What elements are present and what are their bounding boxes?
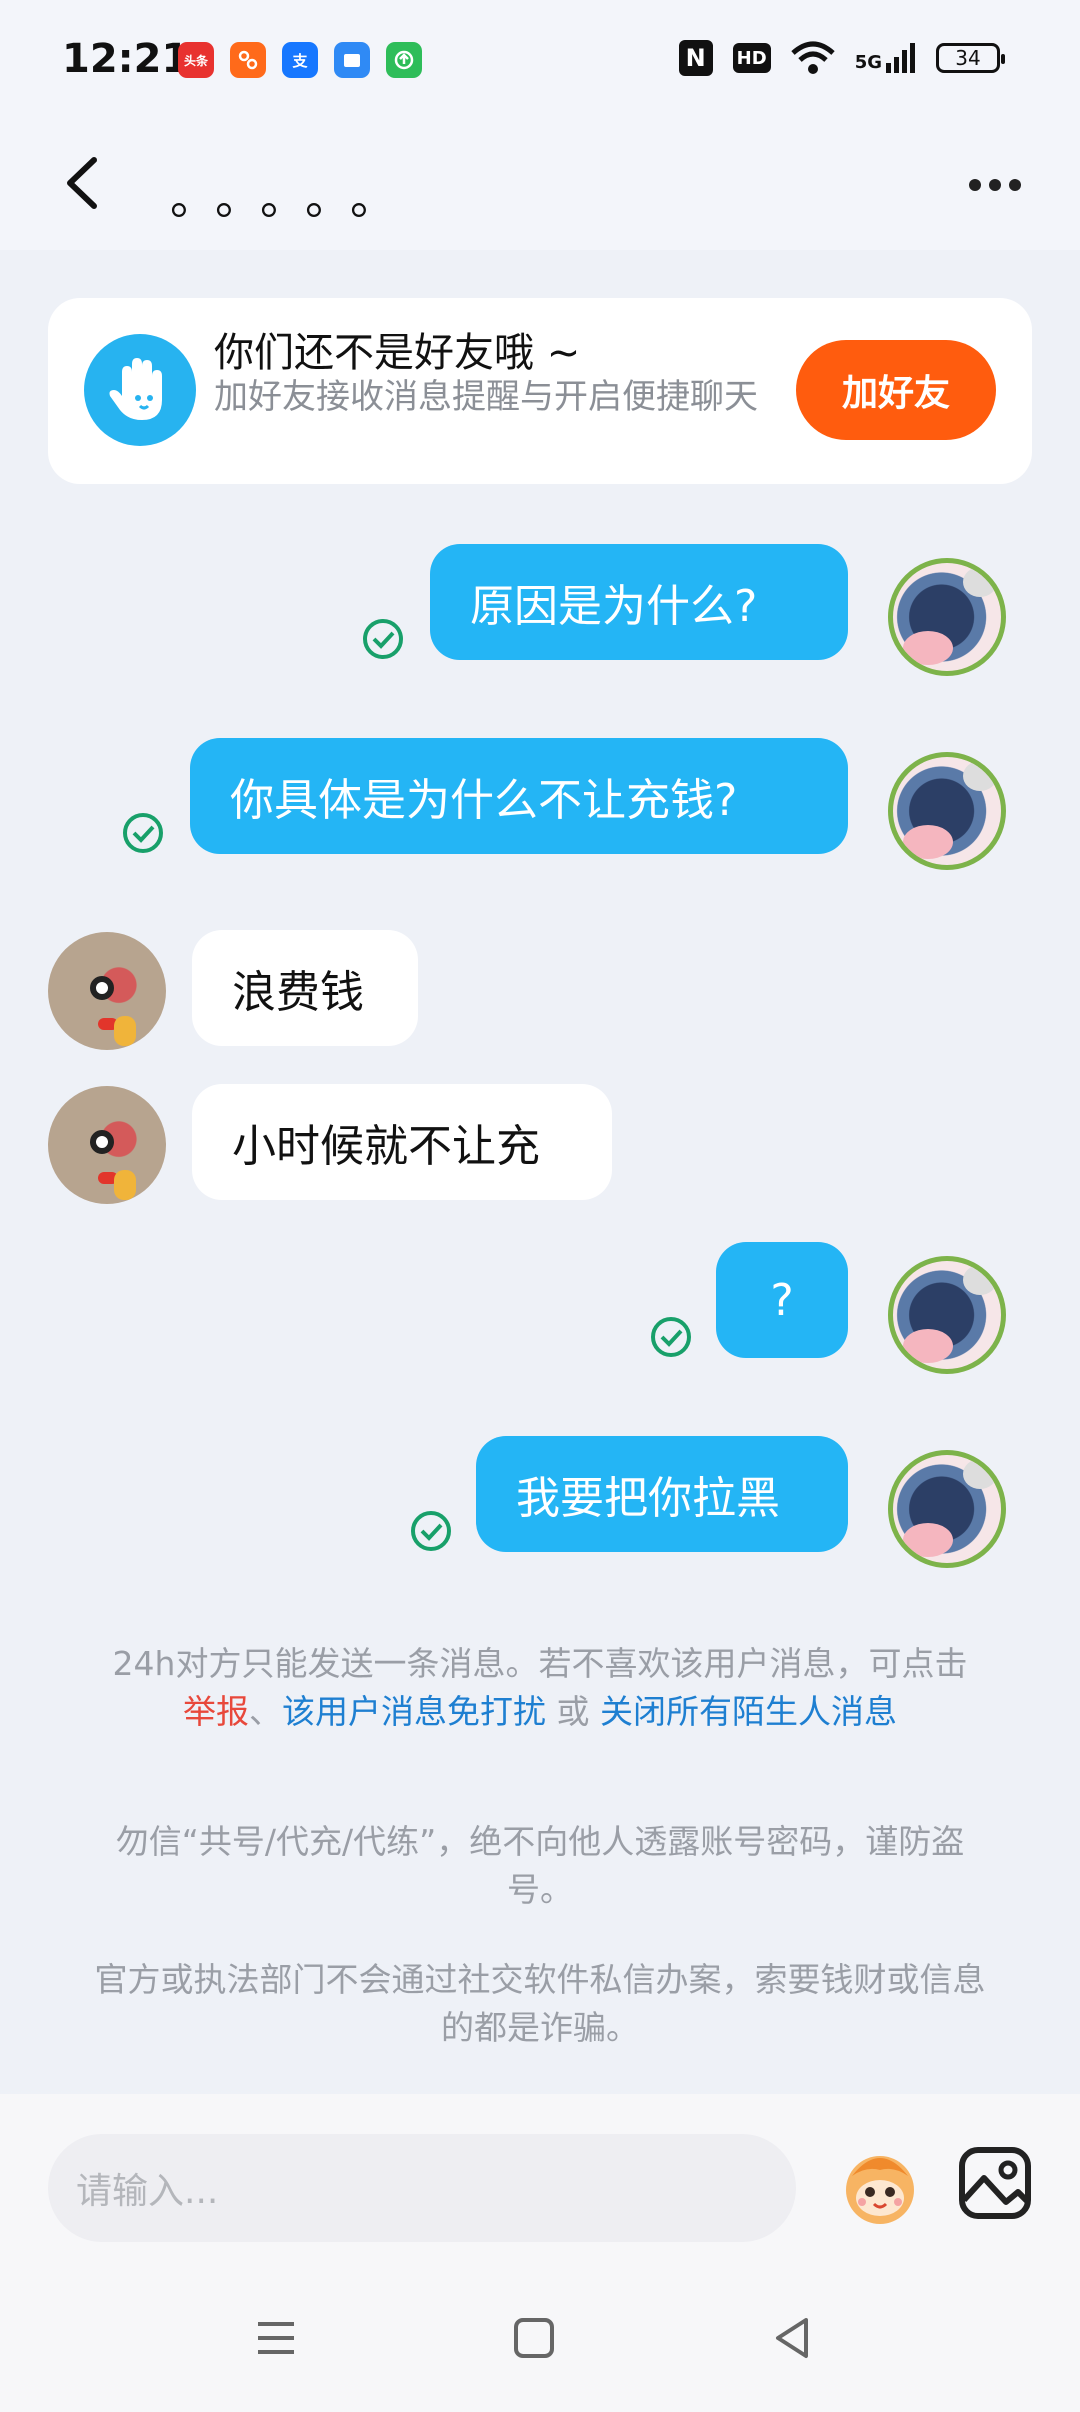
message-bubble-received[interactable]: 浪费钱 [192,930,418,1046]
page-title: 。。。。。 [170,171,418,225]
dot-icon [1009,179,1021,191]
dot-icon [969,179,981,191]
update-icon [386,42,422,78]
message-input[interactable]: 请输入... [48,2134,796,2242]
home-nav-button[interactable] [506,2310,562,2366]
fraud-warning: 官方或执法部门不会通过社交软件私信办案，索要钱财或信息的都是诈骗。 [94,1960,986,2047]
mascot-emoji-icon [846,2156,914,2224]
notification-icons: 头条 支 [178,42,422,78]
friend-card-title: 你们还不是好友哦 ~ [214,330,581,376]
dot-icon [989,179,1001,191]
emoji-button[interactable] [832,2136,928,2232]
system-nav-bar [0,2262,1080,2412]
home-square-icon [514,2318,554,2358]
signal-icon: 5G [855,43,916,73]
status-indicators: N HD 5G 34 [678,40,1005,76]
status-bar: 12:21 头条 支 N HD 5G 34 [0,0,1080,120]
sent-check-icon [410,1510,452,1552]
message-bubble-sent[interactable]: 原因是为什么? [430,544,848,660]
back-nav-button[interactable] [764,2310,820,2366]
message-bubble-sent[interactable]: 你具体是为什么不让充钱? [190,738,848,854]
network-type: 5G [854,52,882,73]
mute-user-link[interactable]: 该用户消息免打扰 [282,1692,546,1731]
nfc-icon: N [678,40,713,76]
status-time: 12:21 [62,36,190,82]
or-text: 或 [546,1692,600,1731]
limit-notice-text: 24h对方只能发送一条消息。若不喜欢该用户消息，可点击 [112,1644,968,1683]
separator: 、 [249,1692,282,1731]
contact-avatar[interactable] [48,932,166,1050]
alipay-icon: 支 [282,42,318,78]
friend-card-subtitle: 加好友接收消息提醒与开启便捷聊天 [214,377,758,417]
back-triangle-icon [776,2318,808,2358]
message-bubble-sent[interactable]: ? [716,1242,848,1358]
my-avatar[interactable] [888,752,1006,870]
image-button[interactable] [956,2144,1034,2222]
more-options-button[interactable] [960,160,1030,210]
contact-avatar[interactable] [48,1086,166,1204]
report-link[interactable]: 举报 [183,1692,249,1731]
my-avatar[interactable] [888,1450,1006,1568]
back-button[interactable] [56,148,116,218]
message-bubble-sent[interactable]: 我要把你拉黑 [476,1436,848,1552]
limit-notice: 24h对方只能发送一条消息。若不喜欢该用户消息，可点击 举报、该用户消息免打扰 … [60,1640,1020,1736]
menu-icon [258,2322,294,2354]
app-orange-icon [230,42,266,78]
message-bubble-received[interactable]: 小时候就不让充 [192,1084,612,1200]
chat-header: 。。。。。 [0,120,1080,250]
close-strangers-link[interactable]: 关闭所有陌生人消息 [600,1692,897,1731]
chat-area[interactable]: 你们还不是好友哦 ~ 加好友接收消息提醒与开启便捷聊天 加好友 原因是为什么? … [0,250,1080,2094]
my-avatar[interactable] [888,558,1006,676]
toutiao-icon: 头条 [178,42,214,78]
battery-icon: 34 [936,43,1005,73]
wifi-icon [791,41,835,74]
chevron-left-icon [67,157,97,209]
account-warning: 勿信“共号/代充/代练”，绝不向他人透露账号密码，谨防盗号。 [115,1822,965,1909]
add-friend-card: 你们还不是好友哦 ~ 加好友接收消息提醒与开启便捷聊天 加好友 [48,298,1032,484]
add-friend-button[interactable]: 加好友 [796,340,996,440]
sent-check-icon [122,812,164,854]
hand-wave-icon [84,334,196,446]
sent-check-icon [362,618,404,660]
files-icon [334,42,370,78]
image-icon [959,2147,1031,2219]
sent-check-icon [650,1316,692,1358]
input-bar: 请输入... [0,2094,1080,2262]
menu-nav-button[interactable] [248,2310,304,2366]
my-avatar[interactable] [888,1256,1006,1374]
hd-icon: HD [732,43,771,73]
